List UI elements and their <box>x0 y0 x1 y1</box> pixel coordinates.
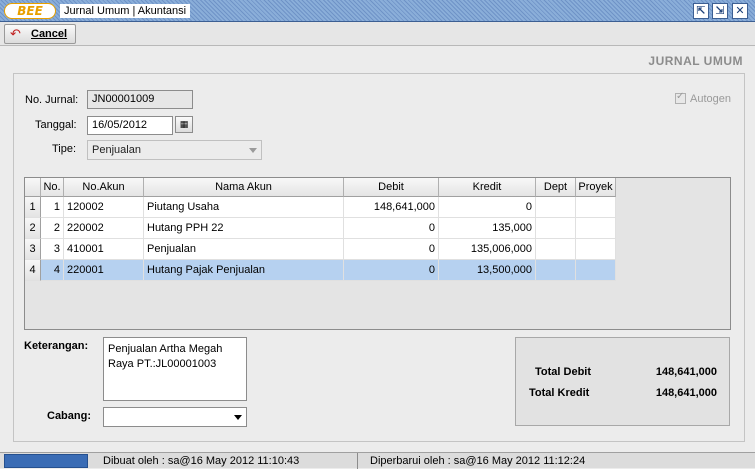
keterangan-line: Raya PT.:JL00001003 <box>108 358 217 370</box>
close-icon[interactable]: ✕ <box>732 3 748 19</box>
cell-noakun[interactable]: 120002 <box>64 197 144 218</box>
cell-debit[interactable]: 148,641,000 <box>344 197 439 218</box>
no-jurnal-field[interactable]: JN00001009 <box>87 90 193 109</box>
cell-noakun[interactable]: 220001 <box>64 260 144 281</box>
autogen-checkbox[interactable]: Autogen <box>675 91 731 105</box>
calendar-icon[interactable]: ▦ <box>175 116 193 133</box>
chevron-down-icon <box>249 148 257 153</box>
tanggal-label: Tanggal: <box>35 119 77 131</box>
tanggal-field[interactable]: 16/05/2012 <box>87 116 173 135</box>
grid-header-proyek[interactable]: Proyek <box>576 178 616 197</box>
cell-nama[interactable]: Penjualan <box>144 239 344 260</box>
status-divider <box>357 453 358 469</box>
maximize-icon[interactable]: ⇲ <box>712 3 728 19</box>
cell-no[interactable]: 1 <box>41 197 64 218</box>
cell-nama[interactable]: Hutang PPH 22 <box>144 218 344 239</box>
total-debit-label: Total Debit <box>535 366 592 378</box>
no-jurnal-label: No. Jurnal: <box>25 94 79 106</box>
cell-debit[interactable]: 0 <box>344 260 439 281</box>
window-title: Jurnal Umum | Akuntansi <box>60 4 191 18</box>
total-kredit-value: 148,641,000 <box>655 387 717 399</box>
status-bar: Dibuat oleh : sa@16 May 2012 11:10:43 Di… <box>0 452 755 469</box>
grid-header-dept[interactable]: Dept <box>536 178 576 197</box>
grid-header-noakun[interactable]: No.Akun <box>64 178 144 197</box>
undo-arrow-icon: ↶ <box>10 26 21 41</box>
table-row[interactable]: 2 2 220002 Hutang PPH 22 0 135,000 <box>25 218 617 239</box>
keterangan-textarea[interactable]: Penjualan Artha Megah Raya PT.:JL0000100… <box>103 337 247 401</box>
cell-dept[interactable] <box>536 239 576 260</box>
grid-header-nama[interactable]: Nama Akun <box>144 178 344 197</box>
cell-no[interactable]: 3 <box>41 239 64 260</box>
cell-debit[interactable]: 0 <box>344 239 439 260</box>
cell-no[interactable]: 4 <box>41 260 64 281</box>
cell-kredit[interactable]: 13,500,000 <box>439 260 536 281</box>
tipe-label: Tipe: <box>52 143 77 155</box>
cell-noakun[interactable]: 410001 <box>64 239 144 260</box>
page-title: JURNAL UMUM <box>648 54 743 68</box>
cell-dept[interactable] <box>536 218 576 239</box>
title-bar: BEE Jurnal Umum | Akuntansi ⇱ ⇲ ✕ <box>0 0 755 22</box>
status-progress <box>4 454 88 468</box>
table-row[interactable]: 3 3 410001 Penjualan 0 135,006,000 <box>25 239 617 260</box>
cell-noakun[interactable]: 220002 <box>64 218 144 239</box>
total-debit-value: 148,641,000 <box>655 366 717 378</box>
cell-dept[interactable] <box>536 260 576 281</box>
row-index: 4 <box>25 260 41 281</box>
cell-proyek[interactable] <box>576 218 616 239</box>
row-index: 1 <box>25 197 41 218</box>
grid-header-corner <box>25 178 41 197</box>
cell-proyek[interactable] <box>576 260 616 281</box>
cabang-label: Cabang: <box>47 410 91 422</box>
autogen-label: Autogen <box>690 93 731 105</box>
cell-debit[interactable]: 0 <box>344 218 439 239</box>
tipe-select[interactable]: Penjualan <box>87 140 262 160</box>
total-kredit-label: Total Kredit <box>529 387 590 399</box>
status-updated: Diperbarui oleh : sa@16 May 2012 11:12:2… <box>370 455 586 467</box>
cell-dept[interactable] <box>536 197 576 218</box>
cell-nama[interactable]: Hutang Pajak Penjualan <box>144 260 344 281</box>
chevron-down-icon <box>234 415 242 420</box>
tipe-value: Penjualan <box>92 144 141 156</box>
grid-header-no[interactable]: No. <box>41 178 64 197</box>
cabang-select[interactable] <box>103 407 247 427</box>
keterangan-line: Penjualan Artha Megah <box>108 343 223 355</box>
toolbar: ↶ Cancel <box>0 22 755 46</box>
checkbox-icon <box>675 91 687 104</box>
cell-kredit[interactable]: 0 <box>439 197 536 218</box>
cell-kredit[interactable]: 135,000 <box>439 218 536 239</box>
app-logo: BEE <box>4 3 56 19</box>
cell-proyek[interactable] <box>576 239 616 260</box>
table-row[interactable]: 1 1 120002 Piutang Usaha 148,641,000 0 <box>25 197 617 218</box>
grid-header-kredit[interactable]: Kredit <box>439 178 536 197</box>
journal-grid: No. No.Akun Nama Akun Debit Kredit Dept … <box>24 177 731 330</box>
keterangan-label: Keterangan: <box>24 340 89 352</box>
table-row-selected[interactable]: 4 4 220001 Hutang Pajak Penjualan 0 13,5… <box>25 260 617 281</box>
status-created: Dibuat oleh : sa@16 May 2012 11:10:43 <box>103 455 300 467</box>
cell-proyek[interactable] <box>576 197 616 218</box>
cancel-button-label: Cancel <box>31 28 68 40</box>
cell-no[interactable]: 2 <box>41 218 64 239</box>
cancel-button[interactable]: ↶ Cancel <box>4 24 76 44</box>
row-index: 2 <box>25 218 41 239</box>
cell-nama[interactable]: Piutang Usaha <box>144 197 344 218</box>
row-index: 3 <box>25 239 41 260</box>
totals-panel: Total Debit 148,641,000 Total Kredit 148… <box>515 337 730 426</box>
cell-kredit[interactable]: 135,006,000 <box>439 239 536 260</box>
grid-header-debit[interactable]: Debit <box>344 178 439 197</box>
restore-icon[interactable]: ⇱ <box>693 3 709 19</box>
